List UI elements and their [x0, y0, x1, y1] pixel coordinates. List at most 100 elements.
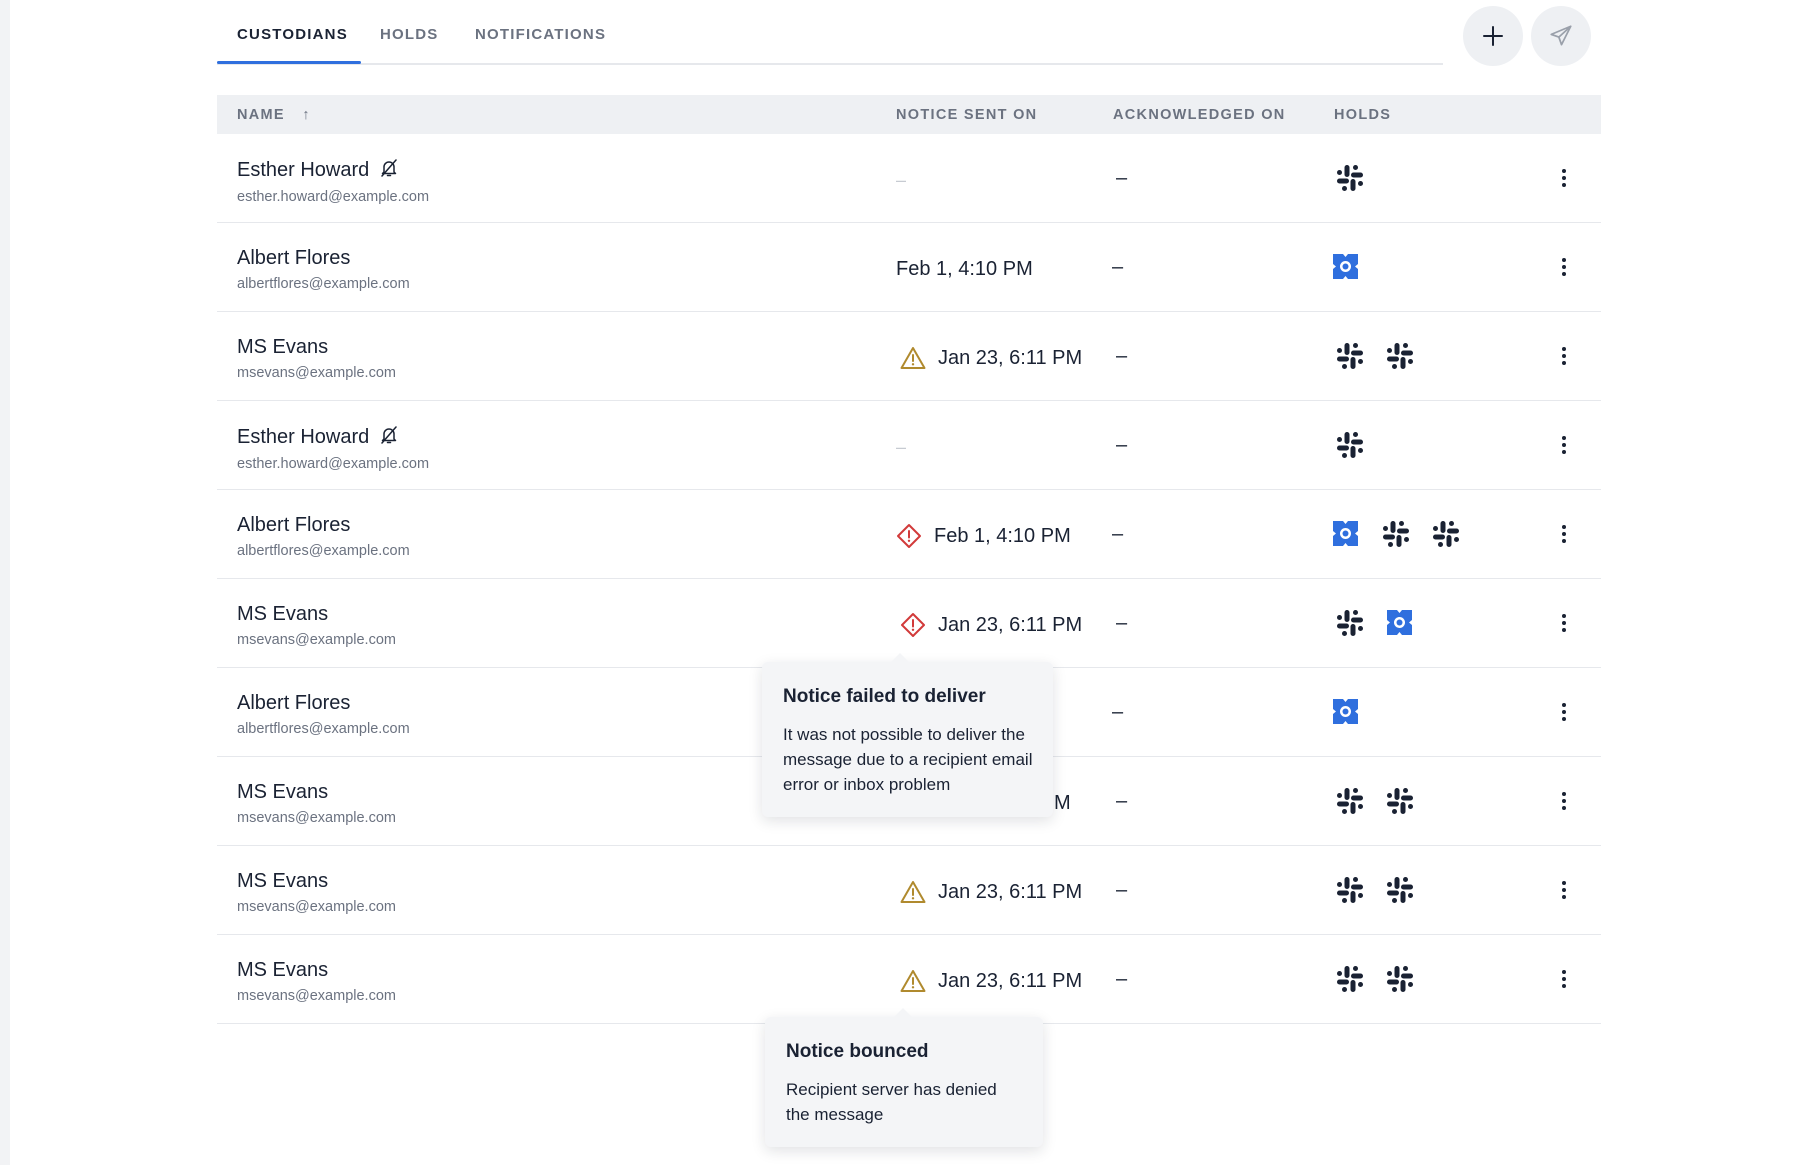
- slack-hold-icon[interactable]: [1334, 785, 1365, 816]
- tooltip-title: Notice bounced: [786, 1041, 929, 1062]
- tab-holds[interactable]: HOLDS: [380, 26, 439, 65]
- warning-icon[interactable]: [900, 880, 926, 904]
- custodian-email: msevans@example.com: [237, 632, 396, 648]
- notice-failed-tooltip: .t1::before{left:140px} Notice failed to…: [762, 653, 1053, 817]
- tooltip-body: Recipient server has denied the message: [786, 1080, 997, 1124]
- row-actions-menu-button[interactable]: [1557, 166, 1571, 190]
- row-actions-menu-button[interactable]: [1557, 255, 1571, 279]
- column-notice-sent-on[interactable]: NOTICE SENT ON: [896, 107, 1037, 123]
- custodian-cell: Albert Flores albertflores@example.com: [237, 514, 410, 559]
- custodian-cell: MS Evans msevans@example.com: [237, 603, 396, 648]
- row-actions-menu-button[interactable]: [1557, 789, 1571, 813]
- custodian-cell: Esther Howard esther.howard@example.com: [237, 158, 429, 205]
- row-actions-menu-button[interactable]: [1557, 433, 1571, 457]
- custodian-email: msevans@example.com: [237, 988, 396, 1004]
- tab-notifications[interactable]: NOTIFICATIONS: [475, 26, 606, 65]
- custodian-cell: Albert Flores albertflores@example.com: [237, 692, 410, 737]
- notice-sent-cell: Jan 23, 6:11 PM: [900, 880, 1082, 904]
- holds-cell: [1330, 251, 1361, 282]
- table-header: NAME ↑ NOTICE SENT ON ACKNOWLEDGED ON HO…: [217, 95, 1601, 134]
- notice-sent-cell: M: [1054, 791, 1071, 815]
- slack-hold-icon[interactable]: [1334, 429, 1365, 460]
- slack-hold-icon[interactable]: [1334, 874, 1365, 905]
- column-acknowledged-on[interactable]: ACKNOWLEDGED ON: [1113, 107, 1286, 123]
- holds-cell: [1334, 963, 1415, 994]
- custodian-name: MS Evans: [237, 603, 329, 625]
- notice-sent-value: Jan 23, 6:11 PM: [938, 969, 1083, 992]
- slack-hold-icon[interactable]: [1334, 607, 1365, 638]
- sort-ascending-icon[interactable]: ↑: [302, 107, 311, 123]
- table-row[interactable]: MS Evans msevans@example.com Jan 23, 6:11 …: [217, 846, 1601, 935]
- notice-sent-cell: Jan 23, 6:11 PM: [900, 613, 1082, 637]
- slack-hold-icon[interactable]: [1334, 340, 1365, 371]
- table-row[interactable]: MS Evans msevans@example.com Jan 23, 6:11 …: [217, 312, 1601, 401]
- holds-cell: [1334, 162, 1365, 193]
- holds-cell: [1330, 696, 1361, 727]
- column-name[interactable]: NAME ↑: [237, 107, 311, 123]
- send-notice-button[interactable]: [1531, 6, 1591, 66]
- table-row[interactable]: Albert Flores albertflores@example.com Feb…: [217, 223, 1601, 312]
- notice-bounced-tooltip: Notice bounced Recipient server has deni…: [765, 1008, 1043, 1147]
- holds-cell: [1334, 429, 1365, 460]
- custodian-name: MS Evans: [237, 870, 329, 892]
- microsoft-hold-icon[interactable]: [1330, 251, 1361, 282]
- microsoft-hold-icon[interactable]: [1330, 518, 1361, 549]
- custodian-cell: Esther Howard esther.howard@example.com: [237, 425, 429, 472]
- notice-sent-value: M: [1054, 791, 1071, 814]
- microsoft-hold-icon[interactable]: [1330, 696, 1361, 727]
- microsoft-hold-icon[interactable]: [1384, 607, 1415, 638]
- custodian-name: Esther Howard: [237, 159, 370, 181]
- holds-cell: [1330, 518, 1461, 549]
- row-actions-menu-button[interactable]: [1557, 700, 1571, 724]
- slack-hold-icon[interactable]: [1384, 874, 1415, 905]
- slack-hold-icon[interactable]: [1430, 518, 1461, 549]
- table-row[interactable]: Esther Howard esther.howard@example.com – –: [217, 401, 1601, 490]
- acknowledged-value: –: [1116, 879, 1128, 901]
- custodian-name: Esther Howard: [237, 426, 370, 448]
- custodian-email: msevans@example.com: [237, 810, 396, 826]
- notice-sent-cell: Feb 1, 4:10 PM: [896, 257, 1033, 281]
- notice-sent-value: Jan 23, 6:11 PM: [938, 346, 1083, 369]
- holds-cell: [1334, 785, 1415, 816]
- slack-hold-icon[interactable]: [1384, 963, 1415, 994]
- slack-hold-icon[interactable]: [1384, 340, 1415, 371]
- warning-icon[interactable]: [900, 346, 926, 370]
- row-actions-menu-button[interactable]: [1557, 344, 1571, 368]
- warning-icon[interactable]: [900, 969, 926, 993]
- custodian-name: Albert Flores: [237, 692, 351, 714]
- acknowledged-value: –: [1116, 968, 1128, 990]
- column-name-label: NAME: [237, 107, 285, 123]
- table-row[interactable]: Albert Flores albertflores@example.com Feb…: [217, 490, 1601, 579]
- custodian-email: albertflores@example.com: [237, 721, 410, 737]
- row-actions-menu-button[interactable]: [1557, 967, 1571, 991]
- slack-hold-icon[interactable]: [1384, 785, 1415, 816]
- acknowledged-value: –: [1116, 434, 1128, 456]
- slack-hold-icon[interactable]: [1334, 963, 1365, 994]
- custodian-cell: Albert Flores albertflores@example.com: [237, 247, 410, 292]
- slack-hold-icon[interactable]: [1334, 162, 1365, 193]
- notice-sent-value: –: [896, 436, 907, 457]
- row-actions-menu-button[interactable]: [1557, 522, 1571, 546]
- acknowledged-value: –: [1116, 167, 1128, 189]
- error-icon[interactable]: [896, 523, 922, 549]
- table-row[interactable]: Esther Howard esther.howard@example.com – –: [217, 134, 1601, 223]
- slack-hold-icon[interactable]: [1380, 518, 1411, 549]
- add-custodian-button[interactable]: [1463, 6, 1523, 66]
- row-actions-menu-button[interactable]: [1557, 611, 1571, 635]
- notice-sent-value: Jan 23, 6:11 PM: [938, 613, 1083, 636]
- tooltip-body: It was not possible to deliver the messa…: [783, 725, 1033, 794]
- column-holds[interactable]: HOLDS: [1334, 107, 1391, 123]
- paper-plane-icon: [1550, 25, 1572, 46]
- custodian-cell: MS Evans msevans@example.com: [237, 959, 396, 1004]
- custodian-name: Albert Flores: [237, 247, 351, 269]
- custodian-email: albertflores@example.com: [237, 276, 410, 292]
- notifications-muted-icon: [379, 158, 399, 183]
- error-icon[interactable]: [900, 612, 926, 638]
- plus-icon: [1483, 26, 1503, 46]
- tooltip-title: Notice failed to deliver: [783, 686, 986, 707]
- custodian-name: MS Evans: [237, 781, 329, 803]
- tab-bar: CUSTODIANS HOLDS NOTIFICATIONS: [217, 0, 1443, 65]
- row-actions-menu-button[interactable]: [1557, 878, 1571, 902]
- tab-custodians[interactable]: CUSTODIANS: [237, 26, 348, 65]
- notice-sent-value: Feb 1, 4:10 PM: [934, 524, 1071, 547]
